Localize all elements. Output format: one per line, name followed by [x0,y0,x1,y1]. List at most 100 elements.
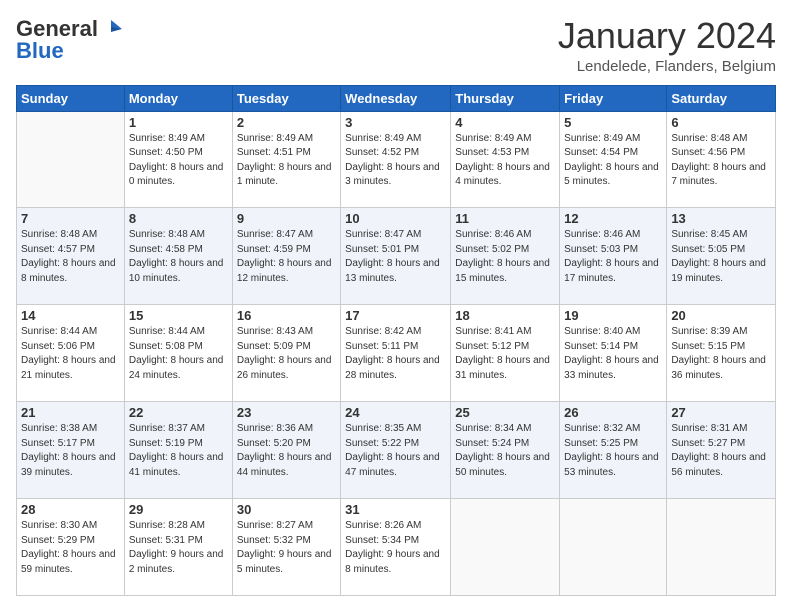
day-number: 3 [345,115,446,130]
day-number: 4 [455,115,555,130]
day-number: 5 [564,115,662,130]
table-row: 22 Sunrise: 8:37 AMSunset: 5:19 PMDayligh… [124,402,232,499]
day-number: 7 [21,211,120,226]
day-number: 21 [21,405,120,420]
table-row: 11 Sunrise: 8:46 AMSunset: 5:02 PMDayligh… [451,208,560,305]
day-info: Sunrise: 8:41 AMSunset: 5:12 PMDaylight:… [455,325,555,383]
table-row: 25 Sunrise: 8:34 AMSunset: 5:24 PMDayligh… [451,402,560,499]
table-row: 28 Sunrise: 8:30 AMSunset: 5:29 PMDayligh… [17,499,125,596]
day-info: Sunrise: 8:49 AMSunset: 4:50 PMDaylight:… [129,132,228,190]
day-info: Sunrise: 8:35 AMSunset: 5:22 PMDaylight:… [345,422,446,480]
table-row: 2 Sunrise: 8:49 AMSunset: 4:51 PMDaylight… [232,111,340,208]
table-row: 26Sunrise: 8:32 AMSunset: 5:25 PMDayligh… [560,402,667,499]
day-info: Sunrise: 8:36 AMSunset: 5:20 PMDaylight:… [237,422,336,480]
header-sunday: Sunday [17,85,125,111]
table-row: 23 Sunrise: 8:36 AMSunset: 5:20 PMDayligh… [232,402,340,499]
header-wednesday: Wednesday [341,85,451,111]
table-row: 6 Sunrise: 8:48 AMSunset: 4:56 PMDaylight… [667,111,776,208]
day-info: Sunrise: 8:43 AMSunset: 5:09 PMDaylight:… [237,325,336,383]
table-row: 7 Sunrise: 8:48 AMSunset: 4:57 PMDaylight… [17,208,125,305]
table-row [560,499,667,596]
day-number: 6 [671,115,771,130]
table-row [667,499,776,596]
day-number: 2 [237,115,336,130]
table-row: 31 Sunrise: 8:26 AMSunset: 5:34 PMDayligh… [341,499,451,596]
day-number: 12 [564,211,662,226]
header-thursday: Thursday [451,85,560,111]
day-info: Sunrise: 8:40 AMSunset: 5:14 PMDaylight:… [564,325,662,383]
day-info: Sunrise: 8:38 AMSunset: 5:17 PMDaylight:… [21,422,120,480]
table-row: 30 Sunrise: 8:27 AMSunset: 5:32 PMDayligh… [232,499,340,596]
table-row: 19Sunrise: 8:40 AMSunset: 5:14 PMDayligh… [560,305,667,402]
calendar-header-row: Sunday Monday Tuesday Wednesday Thursday… [17,85,776,111]
day-number: 30 [237,502,336,517]
logo-blue: Blue [16,38,122,64]
day-info: Sunrise: 8:49 AMSunset: 4:51 PMDaylight:… [237,132,336,190]
day-info: Sunrise: 8:48 AMSunset: 4:56 PMDaylight:… [671,132,771,190]
table-row: 4 Sunrise: 8:49 AMSunset: 4:53 PMDaylight… [451,111,560,208]
day-info: Sunrise: 8:32 AMSunset: 5:25 PMDaylight:… [564,422,662,480]
day-number: 17 [345,308,446,323]
day-info: Sunrise: 8:30 AMSunset: 5:29 PMDaylight:… [21,519,120,577]
day-info: Sunrise: 8:31 AMSunset: 5:27 PMDaylight:… [671,422,771,480]
table-row [17,111,125,208]
table-row: 29 Sunrise: 8:28 AMSunset: 5:31 PMDayligh… [124,499,232,596]
day-number: 23 [237,405,336,420]
table-row: 20Sunrise: 8:39 AMSunset: 5:15 PMDayligh… [667,305,776,402]
day-info: Sunrise: 8:46 AMSunset: 5:03 PMDaylight:… [564,228,662,286]
table-row: 15 Sunrise: 8:44 AMSunset: 5:08 PMDayligh… [124,305,232,402]
day-info: Sunrise: 8:44 AMSunset: 5:08 PMDaylight:… [129,325,228,383]
day-number: 31 [345,502,446,517]
day-number: 25 [455,405,555,420]
day-info: Sunrise: 8:34 AMSunset: 5:24 PMDaylight:… [455,422,555,480]
day-info: Sunrise: 8:27 AMSunset: 5:32 PMDaylight:… [237,519,336,577]
location: Lendelede, Flanders, Belgium [558,58,776,75]
day-number: 11 [455,211,555,226]
day-info: Sunrise: 8:48 AMSunset: 4:58 PMDaylight:… [129,228,228,286]
table-row: 8 Sunrise: 8:48 AMSunset: 4:58 PMDaylight… [124,208,232,305]
table-row: 5Sunrise: 8:49 AMSunset: 4:54 PMDaylight… [560,111,667,208]
day-number: 27 [671,405,771,420]
day-number: 15 [129,308,228,323]
header-tuesday: Tuesday [232,85,340,111]
header: General Blue January 2024 Lendelede, Fla… [16,16,776,75]
day-number: 13 [671,211,771,226]
day-number: 8 [129,211,228,226]
day-info: Sunrise: 8:45 AMSunset: 5:05 PMDaylight:… [671,228,771,286]
day-info: Sunrise: 8:49 AMSunset: 4:52 PMDaylight:… [345,132,446,190]
day-number: 24 [345,405,446,420]
table-row: 14Sunrise: 8:44 AMSunset: 5:06 PMDayligh… [17,305,125,402]
calendar-week-row: 28 Sunrise: 8:30 AMSunset: 5:29 PMDayligh… [17,499,776,596]
header-friday: Friday [560,85,667,111]
day-number: 18 [455,308,555,323]
day-info: Sunrise: 8:46 AMSunset: 5:02 PMDaylight:… [455,228,555,286]
calendar-week-row: 7 Sunrise: 8:48 AMSunset: 4:57 PMDaylight… [17,208,776,305]
day-info: Sunrise: 8:44 AMSunset: 5:06 PMDaylight:… [21,325,120,383]
table-row: 9Sunrise: 8:47 AMSunset: 4:59 PMDaylight… [232,208,340,305]
header-monday: Monday [124,85,232,111]
table-row: 12 Sunrise: 8:46 AMSunset: 5:03 PMDayligh… [560,208,667,305]
day-info: Sunrise: 8:49 AMSunset: 4:53 PMDaylight:… [455,132,555,190]
calendar-table: Sunday Monday Tuesday Wednesday Thursday… [16,85,776,596]
month-title: January 2024 [558,16,776,56]
day-number: 29 [129,502,228,517]
table-row: 10Sunrise: 8:47 AMSunset: 5:01 PMDayligh… [341,208,451,305]
day-number: 28 [21,502,120,517]
day-info: Sunrise: 8:42 AMSunset: 5:11 PMDaylight:… [345,325,446,383]
table-row: 17 Sunrise: 8:42 AMSunset: 5:11 PMDayligh… [341,305,451,402]
day-info: Sunrise: 8:48 AMSunset: 4:57 PMDaylight:… [21,228,120,286]
table-row: 24 Sunrise: 8:35 AMSunset: 5:22 PMDayligh… [341,402,451,499]
day-info: Sunrise: 8:28 AMSunset: 5:31 PMDaylight:… [129,519,228,577]
day-number: 20 [671,308,771,323]
title-block: January 2024 Lendelede, Flanders, Belgiu… [558,16,776,75]
table-row: 16Sunrise: 8:43 AMSunset: 5:09 PMDayligh… [232,305,340,402]
logo-bird-icon [100,18,122,40]
table-row: 1Sunrise: 8:49 AMSunset: 4:50 PMDaylight… [124,111,232,208]
calendar-week-row: 14Sunrise: 8:44 AMSunset: 5:06 PMDayligh… [17,305,776,402]
table-row [451,499,560,596]
day-info: Sunrise: 8:47 AMSunset: 4:59 PMDaylight:… [237,228,336,286]
calendar-week-row: 1Sunrise: 8:49 AMSunset: 4:50 PMDaylight… [17,111,776,208]
day-info: Sunrise: 8:26 AMSunset: 5:34 PMDaylight:… [345,519,446,577]
day-info: Sunrise: 8:37 AMSunset: 5:19 PMDaylight:… [129,422,228,480]
day-number: 22 [129,405,228,420]
